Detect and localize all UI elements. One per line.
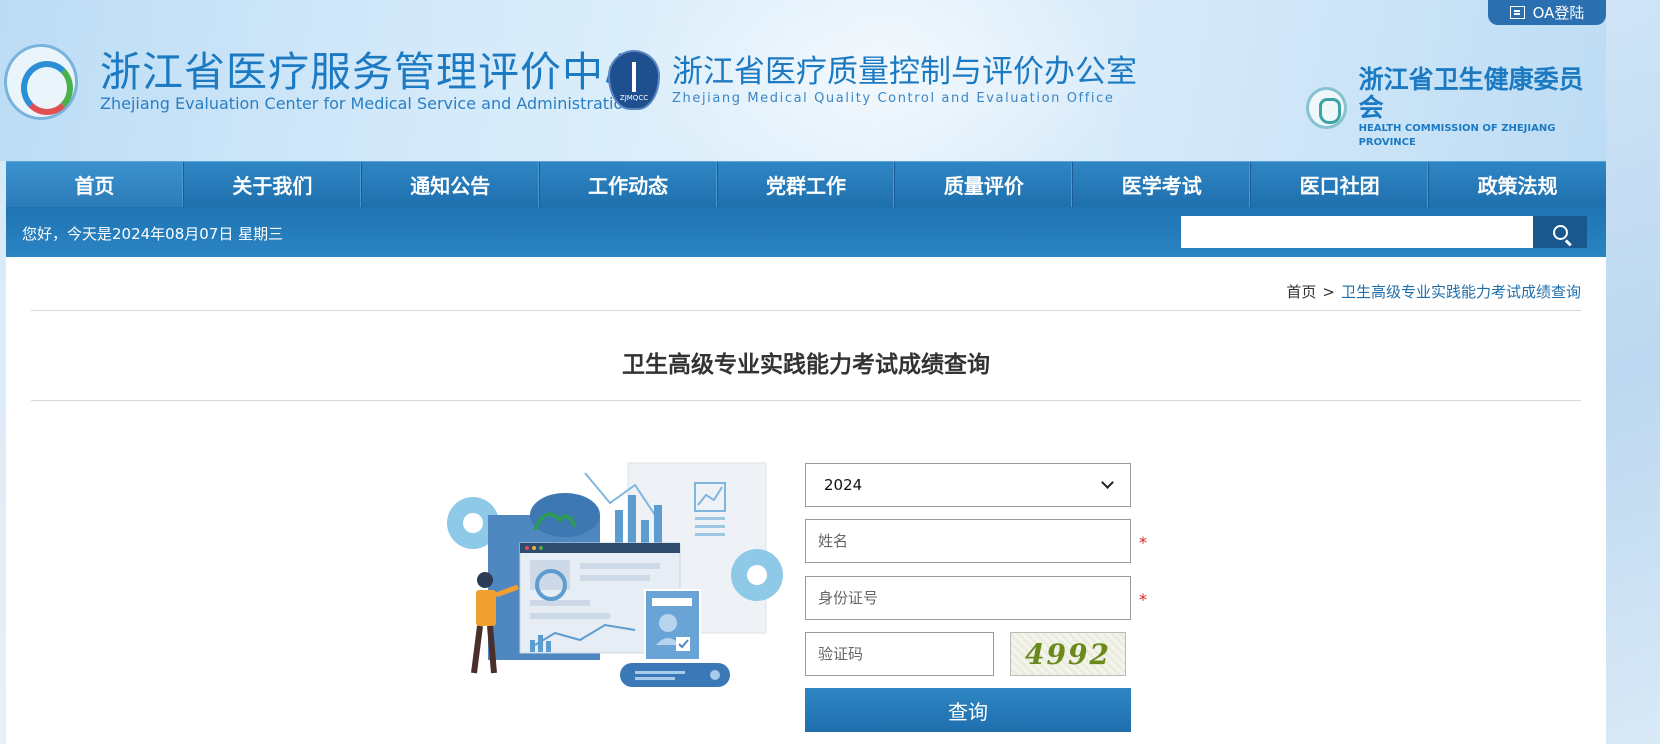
search-input[interactable] — [1181, 216, 1533, 248]
query-button[interactable]: 查询 — [805, 688, 1131, 732]
oa-login-button[interactable]: OA登陆 — [1488, 0, 1606, 25]
date-greeting: 您好，今天是2024年08月07日 星期三 — [22, 225, 284, 243]
breadcrumb-separator: > — [1322, 283, 1335, 301]
logo-evaluation-center[interactable]: 浙江省医疗服务管理评价中心 Zhejiang Evaluation Center… — [4, 44, 646, 120]
nav-item-home[interactable]: 首页 — [6, 162, 184, 207]
oa-login-label: OA登陆 — [1532, 4, 1585, 22]
nav-item-quality[interactable]: 质量评价 — [895, 162, 1074, 207]
nav-item-exams[interactable]: 医学考试 — [1073, 162, 1252, 207]
health-commission-emblem-icon — [1306, 87, 1347, 129]
year-select-value: 2024 — [824, 476, 863, 494]
name-required-mark: * — [1139, 533, 1147, 552]
chevron-down-icon — [1101, 476, 1114, 489]
evaluation-center-emblem-icon — [4, 44, 78, 120]
page-background-right — [1606, 0, 1660, 744]
nav-item-news[interactable]: 工作动态 — [540, 162, 718, 207]
page-title: 卫生高级专业实践能力考试成绩查询 — [622, 352, 990, 378]
org1-name-cn: 浙江省医疗服务管理评价中心 — [100, 48, 646, 96]
logo-health-commission[interactable]: 浙江省卫生健康委员会 HEALTH COMMISSION OF ZHEJIANG… — [1306, 66, 1606, 150]
captcha-input[interactable] — [805, 632, 994, 676]
captcha-image[interactable]: 4992 — [1010, 632, 1126, 676]
quality-office-shield-icon — [608, 50, 660, 110]
org3-name-cn: 浙江省卫生健康委员会 — [1358, 65, 1584, 122]
main-content: 首页 > 卫生高级专业实践能力考试成绩查询 卫生高级专业实践能力考试成绩查询 2… — [6, 257, 1606, 744]
divider-bottom — [31, 400, 1581, 401]
org2-name-cn: 浙江省医疗质量控制与评价办公室 — [672, 53, 1137, 90]
search-icon — [1552, 224, 1568, 240]
id-required-mark: * — [1139, 590, 1147, 609]
sub-bar: 您好，今天是2024年08月07日 星期三 — [6, 207, 1606, 257]
logo-quality-control-office[interactable]: 浙江省医疗质量控制与评价办公室 Zhejiang Medical Quality… — [608, 50, 1137, 110]
org1-name-en: Zhejiang Evaluation Center for Medical S… — [100, 94, 634, 113]
nav-item-policies[interactable]: 政策法规 — [1429, 162, 1606, 207]
nav-item-about[interactable]: 关于我们 — [184, 162, 362, 207]
site-header: OA登陆 浙江省医疗服务管理评价中心 Zhejiang Evaluation C… — [0, 0, 1606, 161]
id-number-input[interactable] — [805, 576, 1131, 620]
nav-item-notices[interactable]: 通知公告 — [362, 162, 540, 207]
org3-name-en: HEALTH COMMISSION OF ZHEJIANG PROVINCE — [1358, 123, 1556, 148]
org2-name-en: Zhejiang Medical Quality Control and Eva… — [672, 90, 1115, 106]
nav-item-party[interactable]: 党群工作 — [718, 162, 896, 207]
nav-item-associations[interactable]: 医口社团 — [1251, 162, 1430, 207]
name-input[interactable] — [805, 519, 1131, 563]
breadcrumb-current[interactable]: 卫生高级专业实践能力考试成绩查询 — [1341, 283, 1581, 301]
oa-icon — [1509, 6, 1525, 19]
breadcrumb: 首页 > 卫生高级专业实践能力考试成绩查询 — [1286, 281, 1581, 302]
search-button[interactable] — [1533, 216, 1587, 248]
main-nav: 首页 关于我们 通知公告 工作动态 党群工作 质量评价 医学考试 医口社团 政策… — [6, 161, 1606, 207]
query-illustration — [447, 462, 783, 687]
year-select[interactable]: 2024 — [805, 463, 1131, 507]
divider-top — [31, 310, 1581, 311]
breadcrumb-home[interactable]: 首页 — [1286, 283, 1316, 301]
